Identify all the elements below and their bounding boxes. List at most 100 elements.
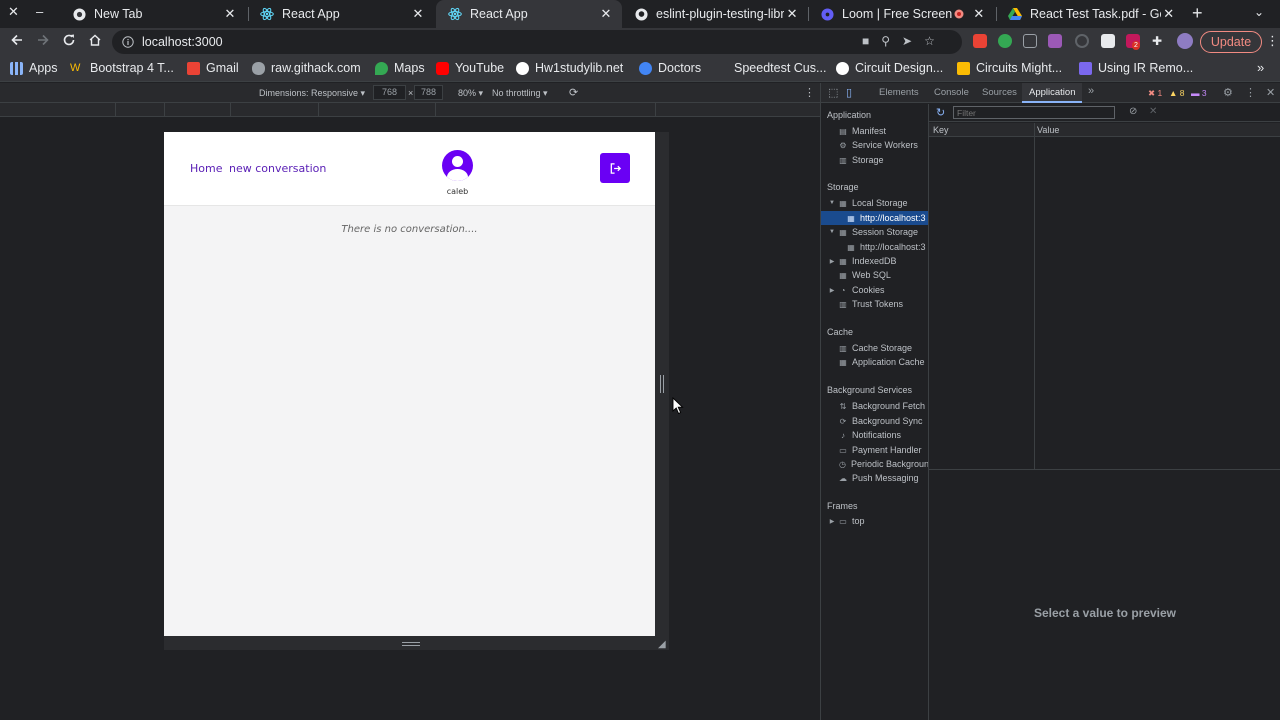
extension-icon[interactable] bbox=[998, 34, 1012, 48]
sidebar-item-session-storage-origin[interactable]: ▦ http://localhost:3 bbox=[821, 240, 928, 254]
camera-icon[interactable]: ■ bbox=[862, 34, 869, 48]
home-icon[interactable] bbox=[88, 33, 102, 51]
update-button[interactable]: Update bbox=[1200, 31, 1262, 53]
bookmark-apps[interactable]: Apps bbox=[10, 61, 58, 75]
bookmark-speedtest[interactable]: Speedtest Cus... bbox=[715, 61, 826, 75]
sidebar-item-background-fetch[interactable]: ⇅ Background Fetch bbox=[821, 399, 928, 413]
resize-grip-vertical[interactable] bbox=[660, 375, 664, 393]
width-input[interactable]: 768 bbox=[373, 85, 406, 100]
bookmark-youtube[interactable]: YouTube bbox=[436, 61, 504, 75]
extension-icon[interactable] bbox=[1048, 34, 1062, 48]
sidebar-item-storage[interactable]: ▥ Storage bbox=[821, 153, 928, 167]
logout-button[interactable] bbox=[600, 153, 630, 183]
zoom-dropdown[interactable]: 80% ▾ bbox=[458, 88, 483, 99]
sidebar-item-payment-handler[interactable]: ▭ Payment Handler bbox=[821, 443, 928, 457]
bookmarks-overflow-icon[interactable]: » bbox=[1257, 60, 1264, 75]
extension-badge-icon[interactable]: 2 bbox=[1126, 34, 1140, 50]
more-vert-icon[interactable]: ⋮ bbox=[1266, 33, 1279, 49]
sidebar-item-service-workers[interactable]: ⚙ Service Workers bbox=[821, 138, 928, 152]
issues-count-badge[interactable]: ▬ 3 bbox=[1188, 87, 1210, 99]
bookmark-ir-remote[interactable]: Using IR Remo... bbox=[1079, 61, 1193, 75]
avatar[interactable] bbox=[1177, 33, 1193, 49]
sidebar-item-cookies[interactable]: ▶ ◔ Cookies bbox=[821, 283, 928, 297]
column-value[interactable]: Value bbox=[1037, 125, 1059, 135]
collapse-triangle-icon[interactable]: ▶ bbox=[828, 518, 836, 525]
bookmark-doctors[interactable]: Doctors bbox=[639, 61, 701, 75]
more-vert-icon[interactable]: ⋮ bbox=[1245, 86, 1256, 99]
clear-all-icon[interactable]: ⊘ bbox=[1129, 106, 1137, 117]
dimensions-dropdown[interactable]: Dimensions: Responsive ▾ bbox=[259, 88, 365, 99]
filter-input[interactable] bbox=[953, 106, 1115, 119]
close-icon[interactable]: ✕ bbox=[972, 6, 986, 22]
tab-sources[interactable]: Sources bbox=[975, 83, 1024, 103]
send-icon[interactable]: ➤ bbox=[902, 34, 912, 48]
tab-application[interactable]: Application bbox=[1022, 83, 1083, 103]
bookmark-hw1studylib[interactable]: Hw1studylib.net bbox=[516, 61, 623, 75]
bookmark-circuit-design[interactable]: Circuit Design... bbox=[836, 61, 943, 75]
more-tabs-icon[interactable]: » bbox=[1088, 85, 1094, 97]
column-key[interactable]: Key bbox=[933, 125, 949, 135]
error-count-badge[interactable]: ✖ 1 bbox=[1145, 87, 1165, 99]
extension-icon[interactable] bbox=[973, 34, 987, 48]
bookmark-circuits-might[interactable]: Circuits Might... bbox=[957, 61, 1062, 75]
sidebar-item-periodic-background-sync[interactable]: ◷ Periodic Backgroun bbox=[821, 457, 928, 471]
reload-icon[interactable] bbox=[62, 33, 76, 51]
tab-react-app-1[interactable]: React App ✕ bbox=[248, 0, 434, 28]
sidebar-item-background-sync[interactable]: ⟳ Background Sync bbox=[821, 414, 928, 428]
zoom-icon[interactable]: ⚲ bbox=[881, 34, 890, 48]
throttling-dropdown[interactable]: No throttling ▾ bbox=[492, 88, 548, 99]
tab-elements[interactable]: Elements bbox=[872, 83, 926, 103]
sidebar-item-application-cache[interactable]: ▦ Application Cache bbox=[821, 355, 928, 369]
mail-extension-icon[interactable] bbox=[1023, 34, 1037, 48]
sidebar-item-manifest[interactable]: ▤ Manifest bbox=[821, 124, 928, 138]
close-icon[interactable]: ✕ bbox=[410, 6, 426, 22]
refresh-icon[interactable]: ↻ bbox=[936, 106, 945, 119]
sidebar-item-session-storage[interactable]: ▼ ▦ Session Storage bbox=[821, 225, 928, 239]
settings-gear-icon[interactable]: ⚙ bbox=[1223, 86, 1233, 99]
close-icon[interactable]: ✕ bbox=[222, 6, 238, 22]
tab-console[interactable]: Console bbox=[927, 83, 976, 103]
inspect-element-icon[interactable]: ⬚ bbox=[828, 86, 838, 99]
collapse-triangle-icon[interactable]: ▶ bbox=[828, 287, 836, 294]
bookmark-githack[interactable]: raw.githack.com bbox=[252, 61, 361, 75]
tab-loom[interactable]: Loom | Free Screen & ✕ bbox=[808, 0, 994, 28]
close-icon[interactable]: ✕ bbox=[598, 6, 614, 22]
tab-new-tab[interactable]: New Tab ✕ bbox=[60, 0, 246, 28]
expand-triangle-icon[interactable]: ▼ bbox=[828, 200, 836, 206]
info-icon[interactable] bbox=[122, 36, 134, 48]
address-bar[interactable]: localhost:3000 bbox=[112, 30, 962, 54]
warning-count-badge[interactable]: ▲ 8 bbox=[1166, 87, 1188, 99]
window-minimize-icon[interactable]: – bbox=[36, 4, 43, 19]
bookmark-star-icon[interactable]: ☆ bbox=[924, 34, 935, 48]
tab-react-test-task[interactable]: React Test Task.pdf - Goo ✕ bbox=[996, 0, 1184, 28]
close-icon[interactable]: ✕ bbox=[1266, 86, 1275, 99]
close-icon[interactable]: ✕ bbox=[784, 6, 800, 22]
sidebar-item-web-sql[interactable]: ▦ Web SQL bbox=[821, 268, 928, 282]
new-tab-plus-icon[interactable]: + bbox=[1192, 3, 1203, 24]
forward-arrow-icon[interactable] bbox=[36, 33, 50, 51]
split-divider[interactable] bbox=[929, 469, 1280, 470]
delete-selected-icon[interactable]: ✕ bbox=[1149, 106, 1157, 117]
bookmark-gmail[interactable]: Gmail bbox=[187, 61, 239, 75]
resize-grip-horizontal[interactable] bbox=[402, 642, 420, 646]
nav-new-conversation-link[interactable]: new conversation bbox=[229, 162, 326, 175]
window-close-icon[interactable]: ✕ bbox=[8, 4, 19, 20]
expand-triangle-icon[interactable]: ▼ bbox=[828, 229, 836, 235]
device-toggle-icon[interactable]: ▯ bbox=[846, 86, 852, 99]
tab-react-app-active[interactable]: React App ✕ bbox=[436, 0, 622, 28]
puzzle-extensions-icon[interactable]: ✚ bbox=[1152, 34, 1166, 48]
tab-search-chevron-icon[interactable]: ⌄ bbox=[1254, 5, 1264, 19]
height-input[interactable]: 788 bbox=[414, 85, 443, 100]
more-vert-icon[interactable]: ⋮ bbox=[804, 86, 815, 99]
sidebar-item-indexeddb[interactable]: ▶ ▦ IndexedDB bbox=[821, 254, 928, 268]
sidebar-item-local-storage-origin[interactable]: ▦ http://localhost:3 bbox=[821, 211, 928, 225]
sidebar-item-frame-top[interactable]: ▶ ▭ top bbox=[821, 514, 928, 528]
close-icon[interactable]: ✕ bbox=[1161, 6, 1176, 22]
nav-home-link[interactable]: Home bbox=[190, 162, 222, 175]
extension-icon[interactable] bbox=[1075, 34, 1089, 48]
rotate-icon[interactable]: ⟳ bbox=[569, 86, 578, 99]
back-arrow-icon[interactable] bbox=[10, 33, 24, 51]
sidebar-item-local-storage[interactable]: ▼ ▦ Local Storage bbox=[821, 196, 928, 210]
extension-icon[interactable] bbox=[1101, 34, 1115, 48]
collapse-triangle-icon[interactable]: ▶ bbox=[828, 258, 836, 265]
